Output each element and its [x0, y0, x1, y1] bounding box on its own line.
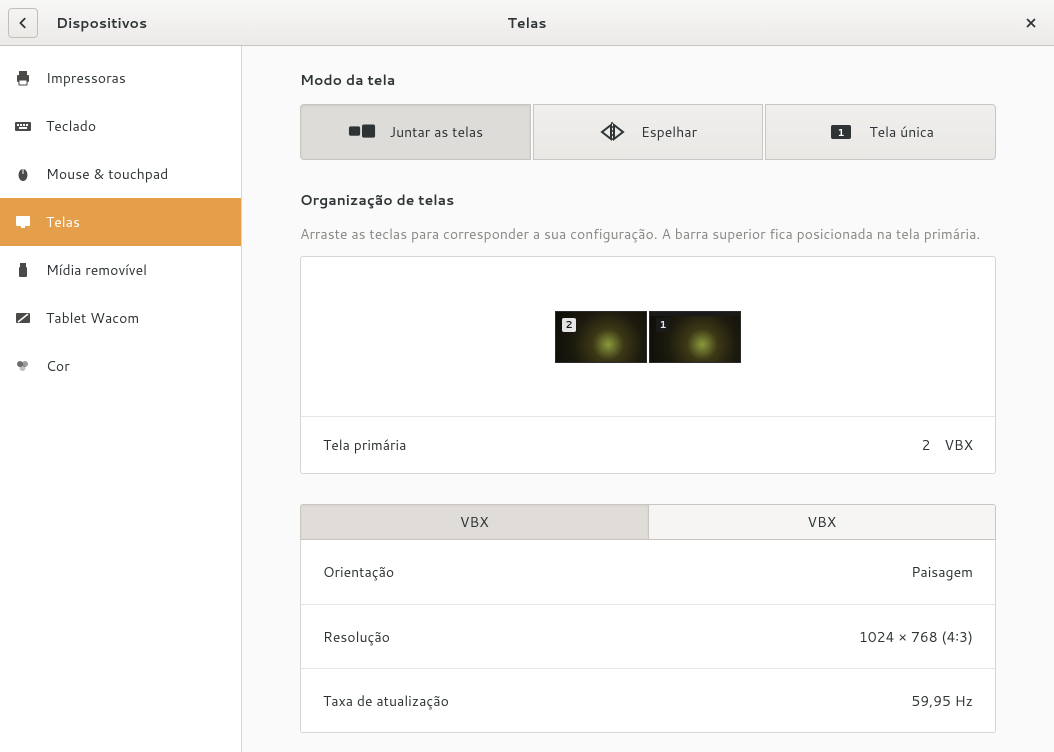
setting-label: Resolução	[323, 627, 390, 647]
close-button[interactable]	[1022, 14, 1040, 32]
titlebar-left: Dispositivos	[0, 8, 242, 38]
sidebar-item-label: Impressoras	[46, 68, 126, 88]
display-mode-title: Modo da tela	[300, 70, 996, 90]
mode-mirror-button[interactable]: Espelhar	[533, 104, 764, 160]
sidebar-item-label: Mouse & touchpad	[46, 164, 168, 184]
arrangement-box: 2 1 Tela primária 2 VBX	[300, 256, 996, 474]
tab-label: VBX	[807, 512, 836, 532]
monitor-tile-2[interactable]: 2	[555, 311, 647, 363]
back-button[interactable]	[8, 8, 38, 38]
mode-label: Juntar as telas	[390, 122, 484, 142]
close-icon	[1024, 16, 1038, 30]
mode-label: Tela única	[869, 122, 934, 142]
setting-label: Orientação	[323, 562, 394, 582]
setting-resolution[interactable]: Resolução 1024 × 768 (4∶3)	[301, 604, 995, 668]
monitor-tab-1[interactable]: VBX	[301, 505, 648, 539]
primary-display-row[interactable]: Tela primária 2 VBX	[301, 417, 995, 473]
sidebar-item-displays[interactable]: Telas	[0, 198, 241, 246]
primary-display-label: Tela primária	[323, 435, 406, 455]
sidebar-item-mouse[interactable]: Mouse & touchpad	[0, 150, 241, 198]
sidebar: Impressoras Teclado Mouse & touchpad Tel…	[0, 46, 242, 752]
arrangement-title: Organização de telas	[300, 190, 996, 210]
sidebar-item-keyboard[interactable]: Teclado	[0, 102, 241, 150]
color-icon	[14, 357, 32, 375]
display-icon	[14, 213, 32, 231]
monitor-tab-bar: VBX VBX	[300, 504, 996, 540]
sidebar-item-removable[interactable]: Mídia removível	[0, 246, 241, 294]
mode-single-button[interactable]: 1 Tela única	[765, 104, 996, 160]
primary-display-name: VBX	[944, 435, 973, 455]
sidebar-item-printers[interactable]: Impressoras	[0, 54, 241, 102]
titlebar: Dispositivos Telas	[0, 0, 1054, 46]
page-title: Telas	[508, 13, 547, 33]
content-area: Modo da tela Juntar as telas Espelhar 1 …	[242, 46, 1054, 752]
svg-text:1: 1	[838, 126, 845, 140]
sidebar-item-color[interactable]: Cor	[0, 342, 241, 390]
titlebar-right	[1022, 14, 1054, 32]
monitor-badge: 2	[562, 318, 576, 332]
titlebar-left-label: Dispositivos	[56, 13, 147, 33]
mirror-icon	[599, 122, 627, 142]
primary-display-num: 2	[921, 435, 930, 455]
setting-label: Taxa de atualização	[323, 691, 449, 711]
sidebar-item-label: Mídia removível	[46, 260, 147, 280]
monitor-tab-2[interactable]: VBX	[648, 505, 996, 539]
tablet-icon	[14, 309, 32, 327]
mode-label: Espelhar	[641, 122, 697, 142]
monitor-tile-1[interactable]: 1	[649, 311, 741, 363]
monitor-settings-list: Orientação Paisagem Resolução 1024 × 768…	[300, 540, 996, 733]
setting-refresh[interactable]: Taxa de atualização 59,95 Hz	[301, 668, 995, 732]
mode-join-button[interactable]: Juntar as telas	[300, 104, 531, 160]
sidebar-item-label: Telas	[46, 212, 80, 232]
sidebar-item-label: Teclado	[46, 116, 96, 136]
sidebar-item-wacom[interactable]: Tablet Wacom	[0, 294, 241, 342]
arrangement-help: Arraste as teclas para corresponder a su…	[300, 224, 996, 244]
setting-orientation[interactable]: Orientação Paisagem	[301, 540, 995, 604]
setting-value: Paisagem	[911, 562, 973, 582]
sidebar-item-label: Tablet Wacom	[46, 308, 139, 328]
usb-icon	[14, 261, 32, 279]
setting-value: 59,95 Hz	[911, 691, 973, 711]
single-display-icon: 1	[827, 122, 855, 142]
tab-label: VBX	[460, 512, 489, 532]
arrangement-area[interactable]: 2 1	[301, 257, 995, 417]
primary-display-value: 2 VBX	[921, 435, 973, 455]
keyboard-icon	[14, 117, 32, 135]
printer-icon	[14, 69, 32, 87]
chevron-left-icon	[16, 16, 30, 30]
monitor-badge: 1	[656, 318, 670, 332]
sidebar-item-label: Cor	[46, 356, 70, 376]
mouse-icon	[14, 165, 32, 183]
display-mode-group: Juntar as telas Espelhar 1 Tela única	[300, 104, 996, 160]
join-displays-icon	[348, 122, 376, 142]
setting-value: 1024 × 768 (4∶3)	[859, 627, 973, 647]
